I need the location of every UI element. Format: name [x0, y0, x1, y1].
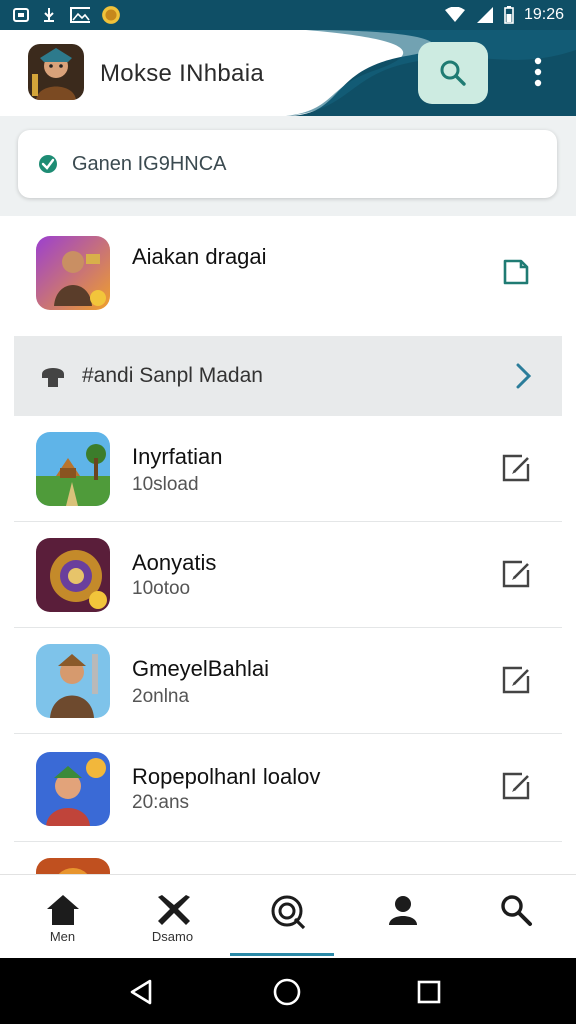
edit-icon — [502, 772, 530, 800]
status-time: 19:26 — [523, 6, 564, 23]
item-title: Aiakan dragai — [132, 244, 267, 269]
usb-icon — [44, 8, 54, 22]
nav-home-label: Men — [49, 929, 76, 944]
item-edit-button[interactable] — [498, 450, 534, 486]
nav-games-label: Dsamo — [151, 929, 194, 944]
item-title: Aonyatis — [132, 550, 217, 575]
more-vertical-icon — [534, 57, 542, 87]
app-header: Mokse INhbaia — [0, 30, 576, 116]
armor-thumb — [36, 538, 110, 612]
edit-icon — [502, 560, 530, 588]
bell-icon — [42, 368, 64, 387]
village-thumb — [36, 432, 110, 506]
item-subtitle: 10sload — [132, 474, 199, 495]
recents-icon[interactable] — [416, 979, 442, 1005]
wifi-icon — [444, 7, 465, 22]
home-circle-icon[interactable] — [272, 977, 302, 1007]
edit-icon — [502, 666, 530, 694]
system-navigation-bar — [0, 958, 576, 1024]
target-icon — [271, 895, 305, 930]
header-search-button[interactable] — [418, 42, 488, 104]
banner-area: Ganen IG9HNCA — [0, 116, 576, 216]
nav-profile[interactable] — [345, 875, 460, 959]
coin-icon — [102, 6, 120, 24]
item-edit-button[interactable] — [498, 768, 534, 804]
partial-thumb — [36, 858, 110, 874]
warrior-thumb — [36, 236, 110, 310]
item-title: GmeyelBahlai — [132, 656, 269, 681]
item-action-button[interactable] — [498, 254, 534, 290]
list-item[interactable]: Aonyatis 10otoo — [14, 522, 562, 628]
note-icon — [503, 259, 529, 285]
check-shield-icon — [39, 155, 57, 173]
search-icon — [500, 895, 532, 926]
elf-thumb — [36, 752, 110, 826]
status-bar: 19:26 — [0, 0, 576, 30]
list-item[interactable]: Aiakan dragai — [14, 216, 562, 336]
games-icon — [157, 895, 190, 925]
chevron-right-icon — [516, 363, 532, 389]
back-icon[interactable] — [128, 978, 154, 1006]
item-subtitle: 20:ans — [132, 792, 190, 813]
item-edit-button[interactable] — [498, 662, 534, 698]
list-item[interactable] — [14, 842, 562, 874]
search-icon — [440, 60, 466, 86]
edit-icon — [502, 454, 530, 482]
profile-icon — [388, 896, 417, 925]
more-options-button[interactable] — [524, 52, 552, 92]
game-avatar[interactable] — [28, 44, 84, 100]
item-title: RopepolhanI loalov — [132, 764, 321, 789]
list-item[interactable]: Inyrfatian 10sload — [14, 416, 562, 522]
app-title: Mokse INhbaia — [100, 60, 264, 87]
item-subtitle: 2onlna — [132, 686, 190, 707]
nav-search[interactable] — [458, 875, 573, 959]
nav-target[interactable] — [230, 875, 345, 959]
section-label: #andi Sanpl Madan — [82, 364, 263, 387]
nav-home[interactable]: Men — [5, 875, 120, 959]
status-banner[interactable]: Ganen IG9HNCA — [18, 130, 557, 198]
banner-text: Ganen IG9HNCA — [72, 152, 227, 175]
home-icon — [46, 895, 79, 925]
nav-games[interactable]: Dsamo — [115, 875, 230, 959]
signal-icon — [476, 7, 493, 23]
image-icon — [70, 7, 90, 23]
list-item[interactable]: GmeyelBahlai 2onlna — [14, 628, 562, 734]
nav-active-indicator — [230, 953, 334, 956]
section-row[interactable]: #andi Sanpl Madan — [14, 336, 562, 416]
bottom-navigation: Men Dsamo — [0, 874, 576, 958]
item-title: Inyrfatian — [132, 444, 223, 469]
item-edit-button[interactable] — [498, 556, 534, 592]
knight-thumb — [36, 644, 110, 718]
battery-icon — [504, 6, 514, 24]
lock-icon — [13, 8, 29, 22]
list-item[interactable]: RopepolhanI loalov 20:ans — [14, 734, 562, 842]
item-subtitle: 10otoo — [132, 578, 191, 599]
